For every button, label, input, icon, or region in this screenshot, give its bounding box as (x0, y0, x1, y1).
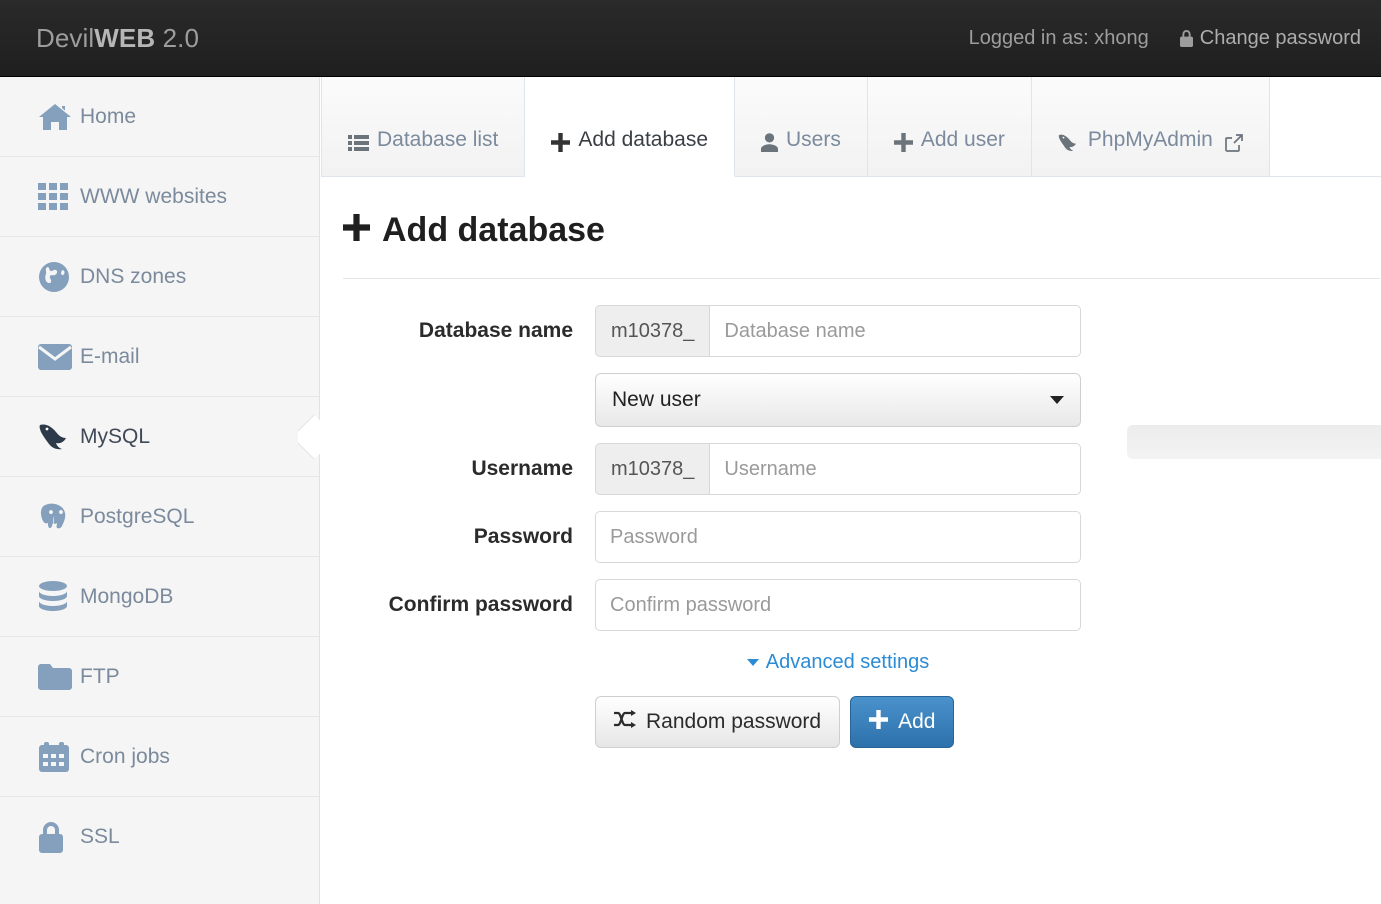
confirm-password-input[interactable] (595, 579, 1081, 631)
tab-label: Add database (578, 128, 709, 151)
sidebar-item-label: FTP (80, 664, 120, 688)
database-name-prefix: m10378_ (595, 305, 710, 357)
sidebar-item-label: PostgreSQL (80, 504, 195, 528)
shuffle-icon (614, 710, 636, 734)
dolphin-icon (38, 422, 80, 452)
plus-icon (869, 709, 889, 735)
sidebar-item-home[interactable]: Home (0, 77, 319, 157)
tab-users[interactable]: Users (735, 77, 868, 177)
sidebar-item-ssl[interactable]: SSL (0, 797, 319, 877)
lock-icon (38, 821, 80, 853)
sidebar-item-label: WWW websites (80, 184, 227, 208)
main-content-area: Database list Add database Users Add use… (321, 77, 1381, 904)
sidebar-item-ftp[interactable]: FTP (0, 637, 319, 717)
list-icon (348, 135, 369, 152)
add-button-label: Add (898, 710, 936, 733)
username-prefix: m10378_ (595, 443, 710, 495)
sidebar-item-label: DNS zones (80, 264, 187, 288)
username-input[interactable] (709, 443, 1081, 495)
sidebar-item-mongodb[interactable]: MongoDB (0, 557, 319, 637)
advanced-settings-toggle[interactable]: Advanced settings (595, 651, 1081, 674)
sidebar-item-label: Cron jobs (80, 744, 170, 768)
chevron-down-icon (1050, 396, 1064, 404)
folder-icon (38, 663, 80, 690)
sidebar-nav: Home WWW websites DNS zones E-mail MySQL… (0, 77, 320, 904)
home-icon (38, 102, 80, 132)
advanced-settings-label: Advanced settings (765, 651, 930, 673)
tab-phpmyadmin[interactable]: PhpMyAdmin (1031, 77, 1270, 177)
brand-prefix: Devil (36, 22, 95, 53)
user-select-value: New user (612, 388, 701, 411)
dolphin-icon (1058, 133, 1080, 152)
calendar-icon (38, 741, 80, 773)
form-row-database-name: Database name m10378_ (343, 305, 1381, 357)
chevron-down-icon (746, 659, 759, 666)
database-icon (38, 580, 80, 613)
header-right-group: Logged in as: xhong Change password (969, 27, 1361, 50)
tab-bar: Database list Add database Users Add use… (321, 77, 1381, 177)
database-name-label: Database name (418, 319, 573, 342)
brand-bold: WEB (94, 22, 156, 53)
confirm-password-label: Confirm password (388, 593, 573, 616)
password-strength-panel (1127, 425, 1381, 459)
random-password-button[interactable]: Random password (595, 696, 841, 748)
sidebar-item-www-websites[interactable]: WWW websites (0, 157, 319, 237)
user-select[interactable]: New user (595, 373, 1081, 427)
page-content: Add database Database name m10378_ New u… (321, 177, 1381, 748)
globe-icon (38, 261, 80, 293)
lock-icon (1179, 29, 1194, 48)
password-label: Password (473, 525, 573, 548)
app-brand-logo[interactable]: DevilWEB 2.0 (36, 23, 199, 54)
sidebar-item-mysql[interactable]: MySQL (0, 397, 319, 477)
envelope-icon (38, 343, 80, 370)
brand-suffix: 2.0 (155, 22, 200, 53)
database-name-control: m10378_ (595, 305, 1081, 357)
add-database-form: Database name m10378_ New user Username (343, 279, 1381, 748)
sidebar-item-label: SSL (80, 825, 120, 848)
tab-database-list[interactable]: Database list (321, 77, 526, 177)
database-name-input[interactable] (709, 305, 1081, 357)
confirm-password-control (595, 579, 1081, 631)
form-actions: Random password Add (595, 696, 1381, 748)
change-password-label: Change password (1199, 26, 1361, 49)
sidebar-item-label: E-mail (80, 344, 140, 368)
plus-icon (551, 133, 571, 152)
external-link-icon (1224, 134, 1243, 152)
logged-in-label: Logged in as: xhong (968, 26, 1149, 49)
sidebar-item-label: MySQL (80, 424, 151, 448)
password-input[interactable] (595, 511, 1081, 563)
form-row-confirm-password: Confirm password (343, 579, 1381, 631)
plus-icon (343, 211, 370, 250)
sidebar-item-postgresql[interactable]: PostgreSQL (0, 477, 319, 557)
sidebar-item-label: Home (80, 104, 137, 128)
tab-label: Users (786, 128, 841, 151)
grid-icon (38, 182, 80, 211)
tab-label: Database list (377, 128, 499, 151)
page-title: Add database (343, 211, 1381, 250)
add-button[interactable]: Add (850, 696, 955, 748)
sidebar-item-cron-jobs[interactable]: Cron jobs (0, 717, 319, 797)
elephant-icon (38, 502, 80, 532)
sidebar-item-label: MongoDB (80, 584, 174, 608)
user-icon (761, 133, 779, 152)
password-control (595, 511, 1081, 563)
user-select-control: New user (595, 373, 1081, 427)
plus-icon (893, 133, 913, 152)
username-control: m10378_ (595, 443, 1081, 495)
username-label: Username (471, 457, 573, 480)
sidebar-item-dns-zones[interactable]: DNS zones (0, 237, 319, 317)
sidebar-item-email[interactable]: E-mail (0, 317, 319, 397)
tab-label: PhpMyAdmin (1087, 128, 1213, 151)
advanced-settings-row: Advanced settings (343, 651, 1381, 674)
tab-label: Add user (920, 128, 1005, 151)
random-password-label: Random password (646, 710, 822, 733)
change-password-link[interactable]: Change password (1179, 27, 1361, 50)
tab-add-user[interactable]: Add user (867, 77, 1032, 177)
active-indicator-arrow (298, 415, 320, 459)
top-header-bar: DevilWEB 2.0 Logged in as: xhong Change … (0, 0, 1381, 77)
tab-add-database[interactable]: Add database (525, 77, 736, 177)
page-title-text: Add database (382, 211, 605, 249)
form-row-password: Password (343, 511, 1381, 563)
form-row-user-select: New user (343, 373, 1381, 427)
